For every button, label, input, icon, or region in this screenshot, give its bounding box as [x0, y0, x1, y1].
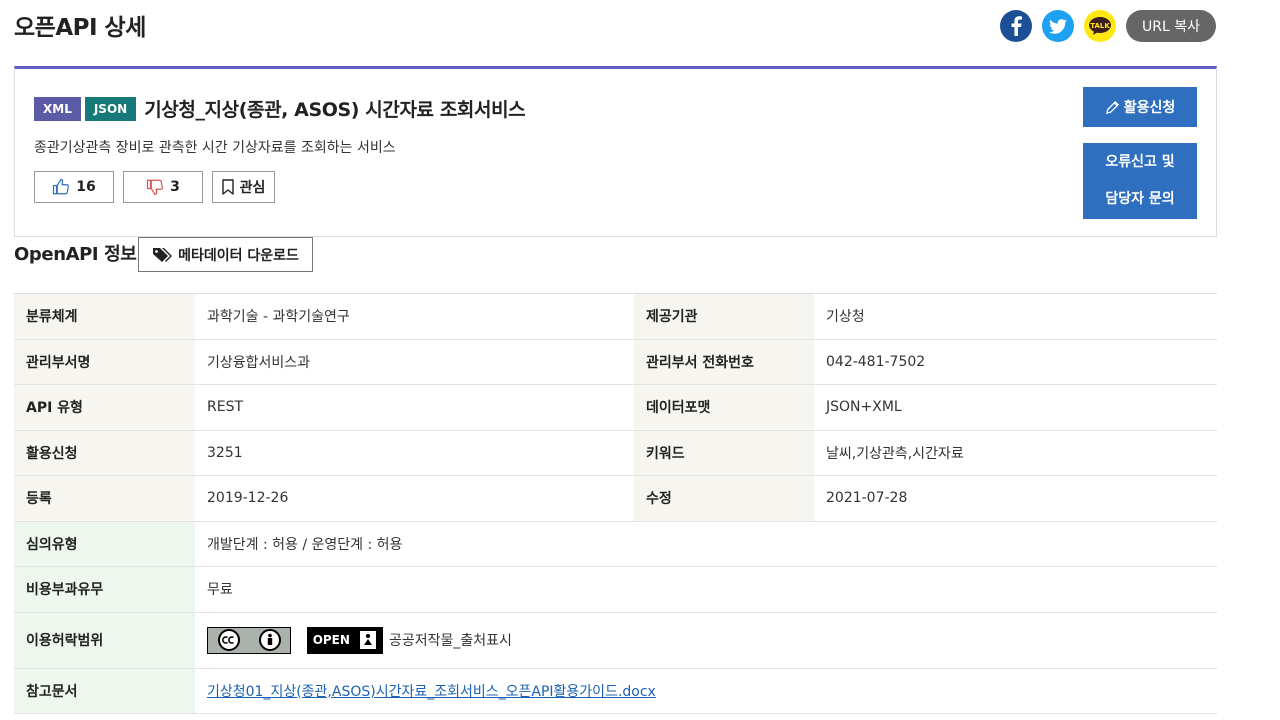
- format-badge-json: JSON: [84, 96, 137, 121]
- table-row: 이용허락범위 OPEN 공공저작물_출처표시: [14, 612, 1217, 669]
- like-count: 16: [76, 179, 96, 195]
- review-type-label: 심의유형: [14, 521, 195, 567]
- reference-docs-cell: 기상청01_지상(종관,ASOS)시간자료_조회서비스_오픈API활용가이드.d…: [195, 668, 1217, 714]
- favorite-button[interactable]: 관심: [212, 171, 275, 203]
- metadata-download-label: 메타데이터 다운로드: [178, 247, 299, 264]
- data-format-value: JSON+XML: [814, 384, 1217, 431]
- kogl-open-badge[interactable]: OPEN: [307, 626, 383, 654]
- openapi-info-table: 분류체계 과학기술 - 과학기술연구 제공기관 기상청 관리부서명 기상융합서비…: [14, 293, 1217, 714]
- attribution-icon: [258, 629, 281, 651]
- report-error-contact-button[interactable]: 오류신고 및 담당자 문의: [1083, 143, 1197, 219]
- dept-value: 기상융합서비스과: [195, 339, 634, 385]
- apply-button[interactable]: 활용신청: [1083, 87, 1197, 127]
- cc-by-badge[interactable]: [207, 626, 291, 654]
- license-label: 이용허락범위: [14, 612, 195, 669]
- twitter-share-button[interactable]: [1042, 10, 1074, 42]
- page-title: 오픈API 상세: [14, 15, 146, 41]
- api-type-label: API 유형: [14, 384, 195, 431]
- review-type-value: 개발단계 : 허용 / 운영단계 : 허용: [195, 521, 1217, 567]
- kogl-attribution-icon: [360, 631, 377, 649]
- keyword-value: 날씨,기상관측,시간자료: [814, 430, 1217, 476]
- dislike-button[interactable]: 3: [123, 171, 203, 203]
- registered-label: 등록: [14, 475, 195, 522]
- facebook-share-button[interactable]: [1000, 10, 1032, 42]
- favorite-label: 관심: [239, 180, 266, 196]
- report-button-label-line1: 오류신고 및: [1105, 154, 1175, 170]
- kakao-talk-text: TALK: [1090, 22, 1110, 30]
- cost-value: 무료: [195, 566, 1217, 613]
- tags-icon: [153, 247, 173, 262]
- thumbs-down-icon: [147, 179, 164, 196]
- metadata-download-button[interactable]: 메타데이터 다운로드: [138, 237, 313, 272]
- api-type-value: REST: [195, 384, 634, 431]
- kakao-talk-icon: TALK: [1089, 17, 1111, 35]
- table-row: 등록 2019-12-26 수정 2021-07-28: [14, 475, 1217, 522]
- category-label: 분류체계: [14, 293, 195, 340]
- like-button[interactable]: 16: [34, 171, 114, 203]
- twitter-icon: [1049, 18, 1067, 34]
- apply-count-value: 3251: [195, 430, 634, 476]
- category-value: 과학기술 - 과학기술연구: [195, 293, 634, 340]
- license-badges: OPEN 공공저작물_출처표시: [207, 626, 1205, 654]
- openapi-info-heading: OpenAPI 정보: [14, 244, 137, 265]
- provider-label: 제공기관: [634, 293, 814, 340]
- share-bar: TALK URL 복사: [1000, 10, 1216, 42]
- reaction-buttons: 16 3 관심: [34, 171, 284, 203]
- data-format-label: 데이터포맷: [634, 384, 814, 431]
- license-value-cell: OPEN 공공저작물_출처표시: [195, 612, 1217, 669]
- dislike-count: 3: [170, 179, 180, 195]
- api-summary-card: XML JSON 기상청_지상(종관, ASOS) 시간자료 조회서비스 종관기…: [14, 66, 1217, 237]
- modified-value: 2021-07-28: [814, 475, 1217, 522]
- thumbs-up-icon: [53, 178, 70, 195]
- keyword-label: 키워드: [634, 430, 814, 476]
- table-row: 활용신청 3251 키워드 날씨,기상관측,시간자료: [14, 430, 1217, 476]
- provider-value: 기상청: [814, 293, 1217, 340]
- reference-docs-label: 참고문서: [14, 668, 195, 714]
- report-button-label-line2: 담당자 문의: [1105, 191, 1175, 207]
- format-badge-xml: XML: [34, 96, 81, 121]
- url-copy-button[interactable]: URL 복사: [1126, 10, 1216, 42]
- apply-count-label: 활용신청: [14, 430, 195, 476]
- api-title-row: XML JSON 기상청_지상(종관, ASOS) 시간자료 조회서비스: [34, 95, 526, 122]
- phone-value: 042-481-7502: [814, 339, 1217, 385]
- apply-button-label: 활용신청: [1123, 100, 1176, 116]
- table-row: 분류체계 과학기술 - 과학기술연구 제공기관 기상청: [14, 293, 1217, 340]
- table-row: 참고문서 기상청01_지상(종관,ASOS)시간자료_조회서비스_오픈API활용…: [14, 668, 1217, 714]
- reference-doc-link[interactable]: 기상청01_지상(종관,ASOS)시간자료_조회서비스_오픈API활용가이드.d…: [207, 684, 656, 700]
- cost-label: 비용부과유무: [14, 566, 195, 613]
- kakao-share-button[interactable]: TALK: [1084, 10, 1116, 42]
- bookmark-icon: [221, 179, 234, 195]
- pencil-icon: [1105, 100, 1119, 114]
- kogl-open-text: OPEN: [312, 633, 350, 647]
- api-description: 종관기상관측 장비로 관측한 시간 기상자료를 조회하는 서비스: [34, 140, 396, 156]
- table-row: API 유형 REST 데이터포맷 JSON+XML: [14, 384, 1217, 431]
- phone-label: 관리부서 전화번호: [634, 339, 814, 385]
- table-row: 심의유형 개발단계 : 허용 / 운영단계 : 허용: [14, 521, 1217, 567]
- dept-label: 관리부서명: [14, 339, 195, 385]
- table-row: 비용부과유무 무료: [14, 566, 1217, 613]
- table-row: 관리부서명 기상융합서비스과 관리부서 전화번호 042-481-7502: [14, 339, 1217, 385]
- facebook-icon: [1011, 16, 1022, 36]
- cc-icon: [217, 629, 240, 651]
- registered-value: 2019-12-26: [195, 475, 634, 522]
- modified-label: 수정: [634, 475, 814, 522]
- license-text: 공공저작물_출처표시: [389, 633, 512, 649]
- api-title: 기상청_지상(종관, ASOS) 시간자료 조회서비스: [144, 99, 526, 121]
